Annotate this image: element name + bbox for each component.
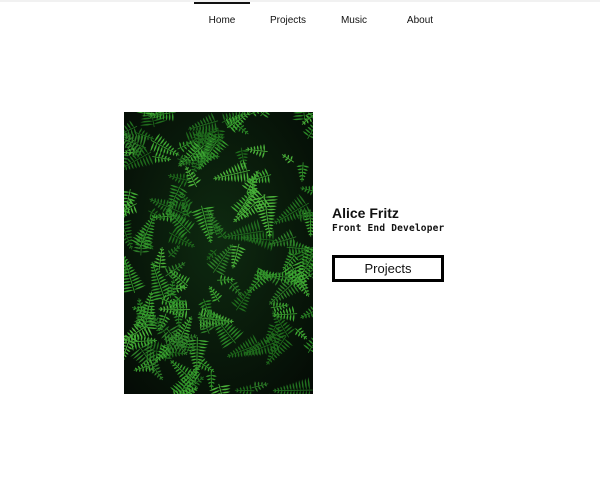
profile-block: Alice Fritz Front End Developer xyxy=(332,204,532,236)
nav-item-music[interactable]: Music xyxy=(326,2,382,36)
nav-item-projects[interactable]: Projects xyxy=(260,2,316,36)
nav-item-about[interactable]: About xyxy=(392,2,448,36)
main-nav: Home Projects Music About xyxy=(194,2,458,36)
projects-button[interactable]: Projects xyxy=(332,255,444,282)
profile-name: Alice Fritz xyxy=(332,205,399,221)
nav-item-home[interactable]: Home xyxy=(194,2,250,36)
hero-photo xyxy=(124,112,313,394)
fern-foliage-image xyxy=(124,112,313,394)
portfolio-page: Home Projects Music About Alice Fritz Fr… xyxy=(0,0,600,500)
profile-role: Front End Developer xyxy=(332,223,445,234)
